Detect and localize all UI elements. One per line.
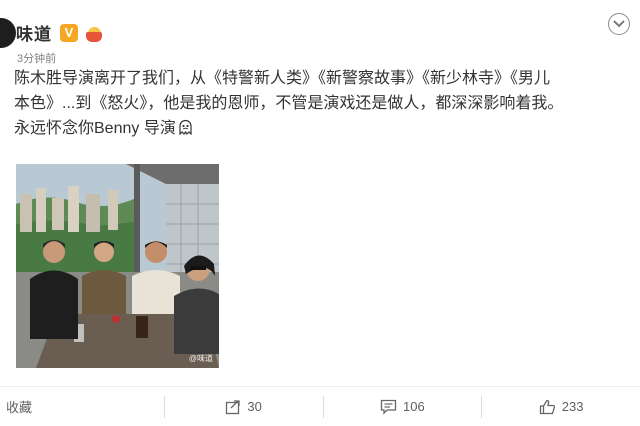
repost-count: 30 <box>247 399 262 414</box>
verified-badge-icon: V <box>60 23 78 42</box>
chevron-down-icon <box>613 20 625 28</box>
action-bar: 收藏 30 106 233 <box>0 387 640 426</box>
crying-face-emoji-icon <box>179 119 192 135</box>
favorite-label: 收藏 <box>6 400 33 415</box>
image-watermark: @味道 <box>188 354 213 363</box>
like-count: 233 <box>561 399 584 414</box>
like-button[interactable]: 233 <box>482 387 640 426</box>
post-content: 陈木胜导演离开了我们，从《特警新人类》《新警察故事》《新少林寺》《男儿 本色》.… <box>14 66 626 141</box>
comment-button[interactable]: 106 <box>324 387 482 426</box>
post-menu-button[interactable] <box>608 13 630 35</box>
post-text-line: 本色》...到《怒火》，他是我的恩师，不管是演戏还是做人，都深深影响着我。 <box>14 95 564 112</box>
photo-illustration <box>16 164 219 368</box>
fan-badge-icon <box>84 24 104 42</box>
post-header: 味道 V <box>16 20 104 45</box>
post-timestamp[interactable]: 3分钟前 <box>17 50 56 66</box>
weibo-post-card: 味道 V 3分钟前 陈木胜导演离开了我们，从《特警新人类》《新警察故事》《新少林… <box>0 0 640 426</box>
repost-button[interactable]: 30 <box>165 387 323 426</box>
thumbs-up-icon <box>539 399 556 415</box>
post-text-line: 永远怀念你Benny 导演 <box>14 116 626 141</box>
favorite-button[interactable]: 收藏 <box>0 387 164 426</box>
username[interactable]: 味道 <box>16 20 52 45</box>
share-icon <box>225 399 241 415</box>
comment-count: 106 <box>403 399 425 414</box>
post-photo[interactable]: @味道 <box>16 164 219 368</box>
post-text-line: 陈木胜导演离开了我们，从《特警新人类》《新警察故事》《新少林寺》《男儿 <box>14 70 551 87</box>
comment-icon <box>380 399 397 415</box>
avatar[interactable] <box>0 18 16 48</box>
